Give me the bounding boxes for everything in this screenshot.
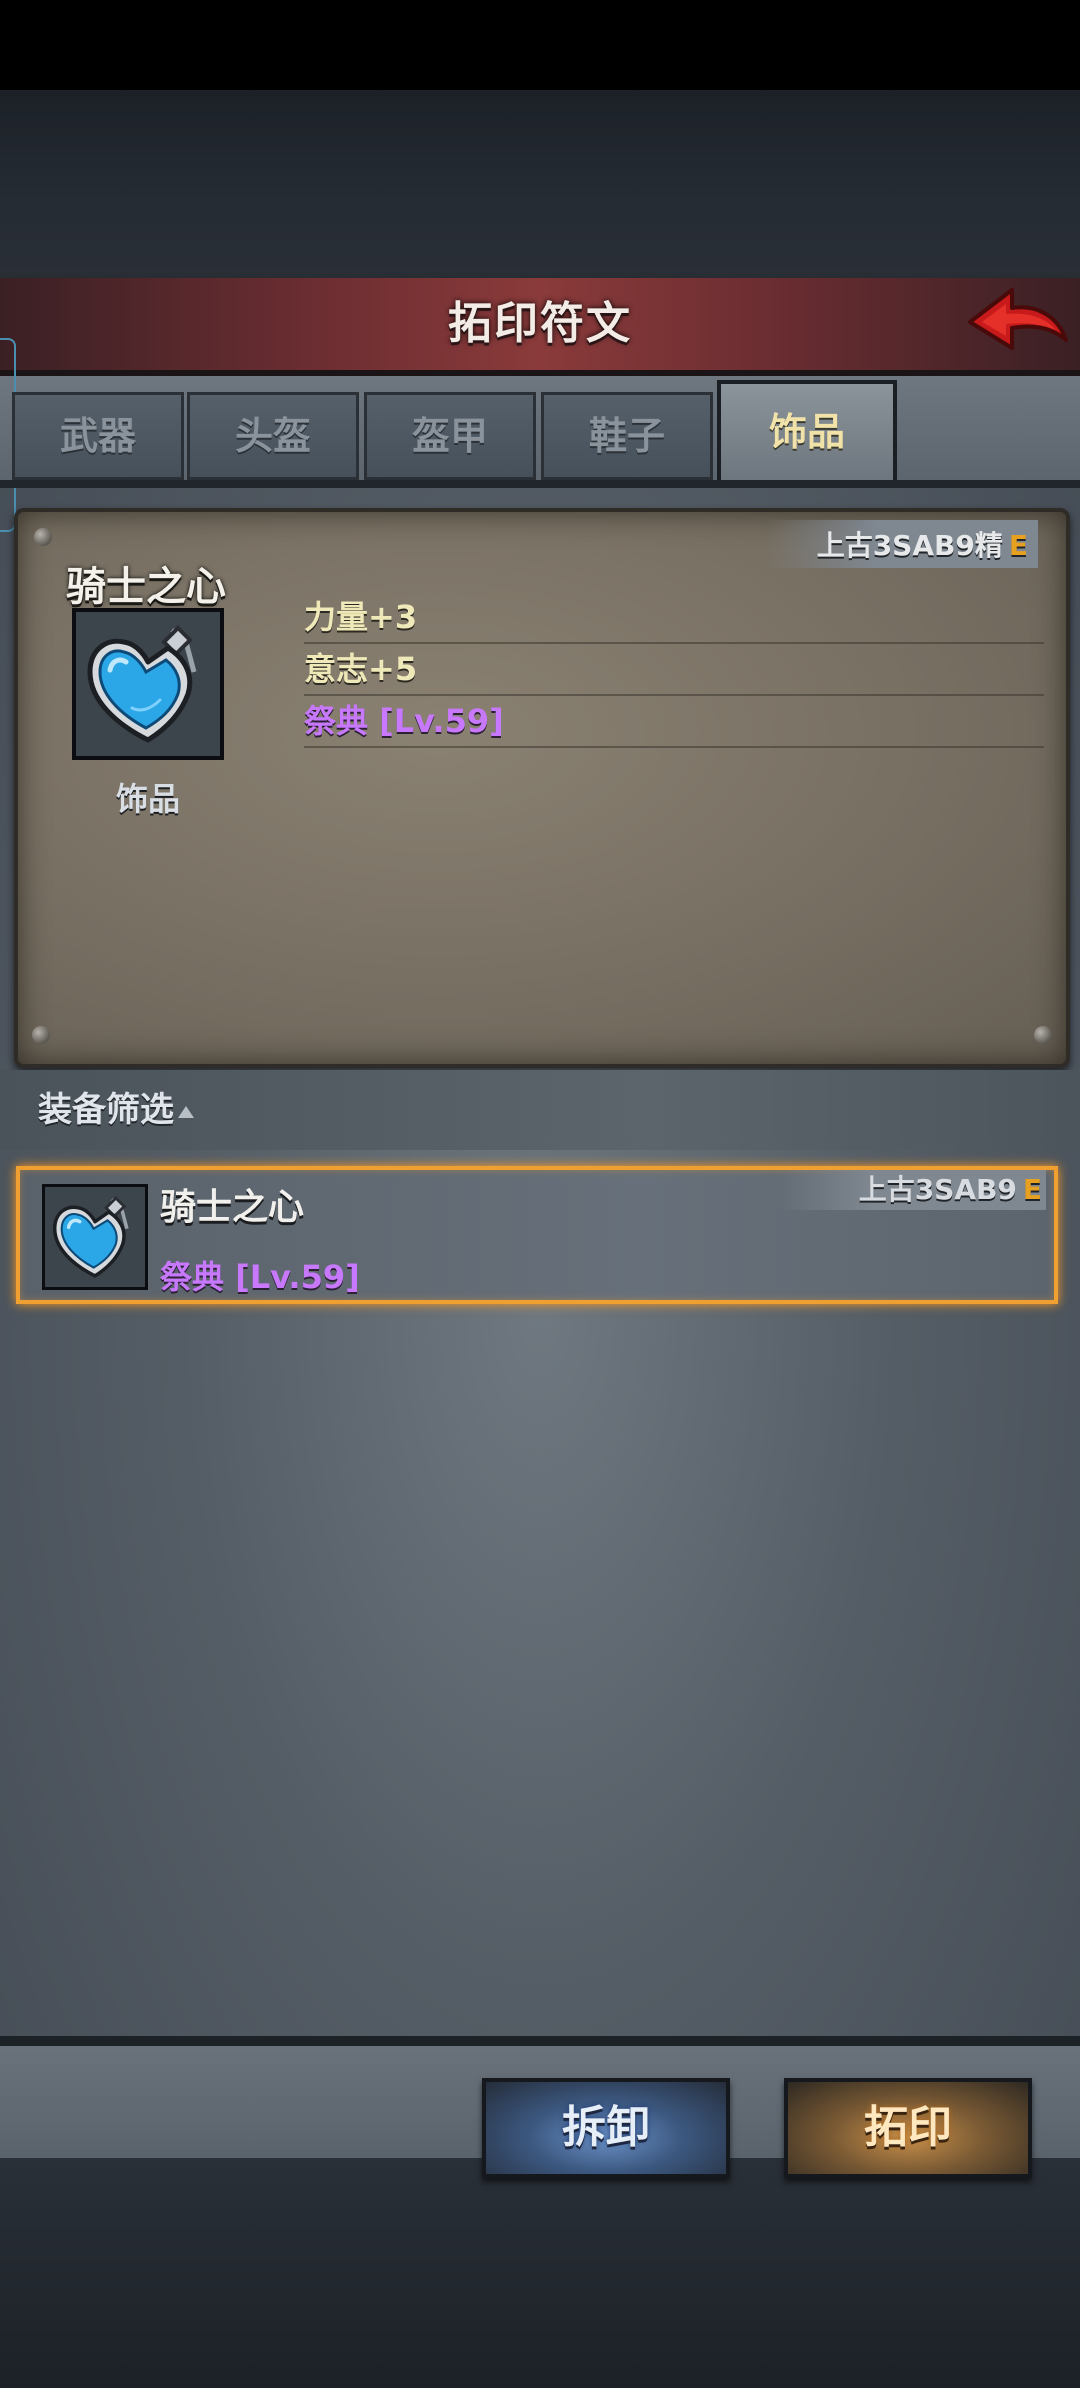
filter-label: 装备筛选: [38, 1070, 194, 1150]
page-title: 拓印符文: [448, 298, 632, 349]
item-type: 饰品: [115, 780, 180, 818]
item-grade: 上古3SAB9精 E: [766, 520, 1038, 568]
stat-will: 意志+5: [304, 644, 1044, 696]
stat-strength: 力量+3: [304, 592, 1044, 644]
list-item[interactable]: 上古3SAB9 E 骑士之心 祭典 [Lv.59]: [16, 1166, 1058, 1304]
bottom-rail: [0, 2036, 1080, 2046]
status-bar: [0, 0, 1080, 90]
list-item-set: 祭典 [Lv.59]: [160, 1258, 360, 1296]
backdrop-bottom: [0, 2158, 1080, 2388]
item-name: 骑士之心: [66, 564, 226, 610]
list-item-name: 骑士之心: [160, 1187, 305, 1228]
caret-up-icon: [178, 1105, 194, 1118]
rivet: [34, 528, 52, 546]
list-item-icon-frame: [42, 1184, 148, 1290]
tab-armor[interactable]: 盔甲: [364, 392, 536, 480]
set-bonus: 祭典 [Lv.59]: [304, 696, 1044, 748]
item-icon-frame: [72, 608, 224, 760]
rivet: [1034, 1026, 1052, 1044]
tab-helmet[interactable]: 头盔: [187, 392, 359, 480]
tab-shoes[interactable]: 鞋子: [541, 392, 713, 480]
rivet: [32, 1026, 50, 1044]
disassemble-button[interactable]: 拆卸: [482, 2078, 730, 2178]
heart-pendant-icon: [45, 1187, 145, 1287]
equipment-filter[interactable]: 装备筛选: [0, 1070, 1080, 1150]
tab-rail: [0, 480, 1080, 488]
heart-pendant-icon: [76, 612, 220, 756]
back-button[interactable]: [966, 282, 1070, 366]
item-detail-card: 上古3SAB9精 E 骑士之心 饰品 力量+3 意志+5 祭典 [Lv.59]: [14, 508, 1070, 1068]
screen: 拓印符文 武器 头盔 盔甲 鞋子 饰品 上古3SAB9精 E 骑士之心 饰品 力…: [0, 0, 1080, 2388]
tab-accessory[interactable]: 饰品: [717, 380, 897, 484]
imprint-button[interactable]: 拓印: [784, 2078, 1032, 2178]
back-arrow-icon: [968, 288, 1068, 350]
list-item-grade: 上古3SAB9 E: [778, 1170, 1046, 1210]
tab-weapon[interactable]: 武器: [12, 392, 184, 480]
title-bar: 拓印符文: [0, 278, 1080, 376]
backdrop: [0, 90, 1080, 280]
